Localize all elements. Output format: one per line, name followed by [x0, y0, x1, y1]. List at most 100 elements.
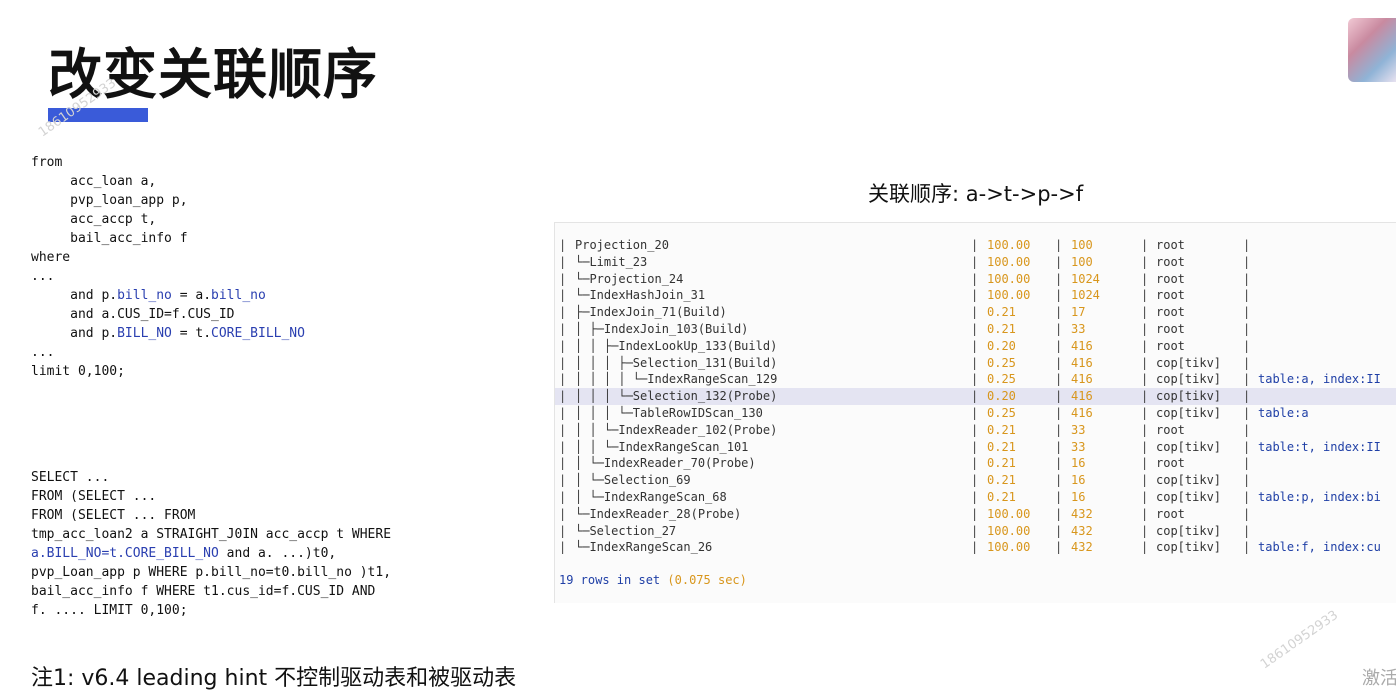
- plan-cell-est: 0.20: [987, 338, 1016, 353]
- plan-cell-id: │ └─Selection_69: [575, 473, 691, 488]
- column-separator: |: [1055, 422, 1063, 437]
- plan-row: | └─IndexReader_28(Probe) | 100.00 | 432 | roo…: [555, 506, 1396, 523]
- plan-cell-est: 0.25: [987, 355, 1016, 370]
- sql-line: pvp_Loan_app p WHERE p.bill_no=t0.bill_n…: [31, 565, 392, 580]
- column-separator: |: [1243, 305, 1251, 320]
- column-separator: |: [971, 355, 979, 370]
- plan-row: | └─IndexRangeScan_26 | 100.00 | 432 | cop[tik…: [555, 539, 1396, 556]
- column-separator: |: [1141, 271, 1149, 286]
- sql-line: SELECT ...: [31, 470, 110, 485]
- sql-line: tmp_acc_loan2 a STRAIGHT_J0IN acc_accp t…: [31, 527, 392, 542]
- column-separator: |: [1141, 372, 1149, 387]
- plan-cell-info: table:a: [1258, 406, 1309, 420]
- plan-cell-task: cop[tikv]: [1156, 473, 1222, 488]
- plan-cell-est: 100.00: [987, 540, 1031, 555]
- column-separator: |: [971, 322, 979, 336]
- plan-cell-id: │ └─IndexRangeScan_68: [575, 490, 727, 504]
- column-separator: |: [559, 271, 567, 286]
- column-separator: |: [1243, 422, 1251, 437]
- column-separator: |: [1243, 372, 1251, 387]
- sql-line: acc_loan a,: [31, 174, 157, 189]
- column-separator: |: [559, 439, 567, 454]
- plan-footer: 19 rows in set (0.075 sec): [559, 573, 747, 587]
- plan-cell-act: 33: [1071, 422, 1086, 437]
- plan-row: | │ └─Selection_69 | 0.21 | 16 | cop[tikv] |: [555, 472, 1396, 489]
- column-separator: |: [1055, 305, 1063, 320]
- column-separator: |: [1055, 490, 1063, 504]
- plan-cell-id: │ │ │ ├─Selection_131(Build): [575, 355, 778, 370]
- column-separator: |: [971, 523, 979, 538]
- plan-cell-est: 0.21: [987, 473, 1016, 488]
- plan-cell-id: │ │ │ └─TableRowIDScan_130: [575, 406, 763, 420]
- plan-cell-est: 0.25: [987, 372, 1016, 387]
- plan-cell-act: 432: [1071, 540, 1093, 555]
- column-separator: |: [1055, 238, 1063, 252]
- column-separator: |: [559, 406, 567, 420]
- plan-cell-task: root: [1156, 422, 1185, 437]
- column-separator: |: [559, 389, 567, 404]
- column-separator: |: [1141, 456, 1149, 471]
- column-separator: |: [971, 490, 979, 504]
- plan-cell-act: 16: [1071, 490, 1086, 504]
- column-separator: |: [1055, 523, 1063, 538]
- plan-row: | │ │ │ │ └─IndexRangeScan_129 | 0.25 | 416 |…: [555, 371, 1396, 388]
- column-separator: |: [1141, 406, 1149, 420]
- plan-cell-act: 16: [1071, 473, 1086, 488]
- corner-text: 激活: [1362, 668, 1396, 689]
- plan-cell-info: table:f, index:cu: [1258, 540, 1381, 555]
- sql-highlight: bill_no: [211, 288, 266, 303]
- column-separator: |: [1243, 271, 1251, 286]
- column-separator: |: [559, 490, 567, 504]
- plan-cell-est: 0.21: [987, 456, 1016, 471]
- column-separator: |: [971, 305, 979, 320]
- plan-cell-act: 100: [1071, 238, 1093, 252]
- column-separator: |: [559, 506, 567, 521]
- column-separator: |: [1243, 254, 1251, 269]
- column-separator: |: [1141, 506, 1149, 521]
- column-separator: |: [1243, 540, 1251, 555]
- column-separator: |: [1055, 456, 1063, 471]
- sql-line: ...: [31, 269, 55, 284]
- column-separator: |: [1141, 439, 1149, 454]
- column-separator: |: [1243, 288, 1251, 303]
- plan-cell-est: 0.21: [987, 305, 1016, 320]
- plan-cell-act: 432: [1071, 506, 1093, 521]
- column-separator: |: [559, 355, 567, 370]
- column-separator: |: [1243, 406, 1251, 420]
- plan-cell-id: │ │ │ └─Selection_132(Probe): [575, 389, 778, 404]
- column-separator: |: [1141, 288, 1149, 303]
- sql-line: acc_accp t,: [31, 212, 157, 227]
- plan-cell-est: 0.21: [987, 490, 1016, 504]
- sql-line: FROM (SELECT ... FROM: [31, 508, 196, 523]
- plan-cell-id: │ └─IndexReader_70(Probe): [575, 456, 756, 471]
- column-separator: |: [1243, 355, 1251, 370]
- column-separator: |: [1055, 389, 1063, 404]
- column-separator: |: [1141, 523, 1149, 538]
- plan-cell-est: 100.00: [987, 506, 1031, 521]
- column-separator: |: [971, 506, 979, 521]
- plan-row: | │ │ └─IndexRangeScan_101 | 0.21 | 33 | cop[t…: [555, 439, 1396, 456]
- column-separator: |: [1055, 372, 1063, 387]
- plan-cell-act: 416: [1071, 338, 1093, 353]
- plan-cell-est: 0.21: [987, 322, 1016, 336]
- column-separator: |: [1243, 338, 1251, 353]
- plan-cell-act: 432: [1071, 523, 1093, 538]
- plan-cell-act: 1024: [1071, 288, 1100, 303]
- column-separator: |: [971, 389, 979, 404]
- column-separator: |: [1141, 473, 1149, 488]
- column-separator: |: [971, 271, 979, 286]
- sql-highlight: BILL_NO: [117, 326, 172, 341]
- plan-cell-task: cop[tikv]: [1156, 389, 1222, 404]
- plan-cell-task: root: [1156, 288, 1185, 303]
- column-separator: |: [559, 372, 567, 387]
- column-separator: |: [559, 540, 567, 555]
- plan-row: | │ ├─IndexJoin_103(Build) | 0.21 | 33 | root |: [555, 321, 1396, 338]
- column-separator: |: [559, 473, 567, 488]
- column-separator: |: [1141, 389, 1149, 404]
- plan-cell-task: cop[tikv]: [1156, 439, 1222, 454]
- column-separator: |: [1141, 422, 1149, 437]
- column-separator: |: [1055, 506, 1063, 521]
- plan-cell-task: root: [1156, 506, 1185, 521]
- column-separator: |: [1141, 540, 1149, 555]
- column-separator: |: [1055, 288, 1063, 303]
